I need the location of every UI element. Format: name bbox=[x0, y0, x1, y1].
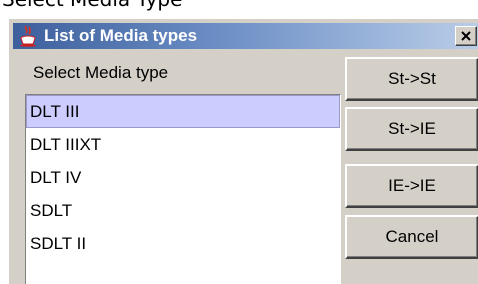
screenshot: Select Media Type List of Media types Se… bbox=[0, 0, 478, 284]
cancel-button[interactable]: Cancel bbox=[345, 215, 478, 259]
close-icon bbox=[461, 31, 471, 41]
st-to-ie-button[interactable]: St->IE bbox=[345, 107, 478, 151]
list-item-sdlt[interactable]: SDLT bbox=[26, 194, 340, 227]
ie-to-ie-button[interactable]: IE->IE bbox=[345, 164, 478, 208]
st-to-st-button[interactable]: St->St bbox=[345, 57, 478, 101]
media-type-list[interactable]: DLT III DLT IIIXT DLT IV SDLT SDLT II bbox=[25, 94, 341, 284]
cropped-header-text: Select Media Type bbox=[2, 0, 182, 11]
list-item-sdlt-ii[interactable]: SDLT II bbox=[26, 227, 340, 260]
list-item-dlt-iiixt[interactable]: DLT IIIXT bbox=[26, 128, 340, 161]
java-coffee-cup-icon bbox=[20, 25, 36, 47]
list-item-dlt-iv[interactable]: DLT IV bbox=[26, 161, 340, 194]
list-item-dlt-iii[interactable]: DLT III bbox=[26, 95, 340, 128]
close-button[interactable] bbox=[455, 26, 477, 46]
dialog-window: List of Media types Select Media type DL… bbox=[8, 18, 478, 284]
title-bar[interactable]: List of Media types bbox=[13, 23, 478, 49]
window-title: List of Media types bbox=[44, 26, 198, 45]
select-media-type-label: Select Media type bbox=[33, 63, 169, 82]
